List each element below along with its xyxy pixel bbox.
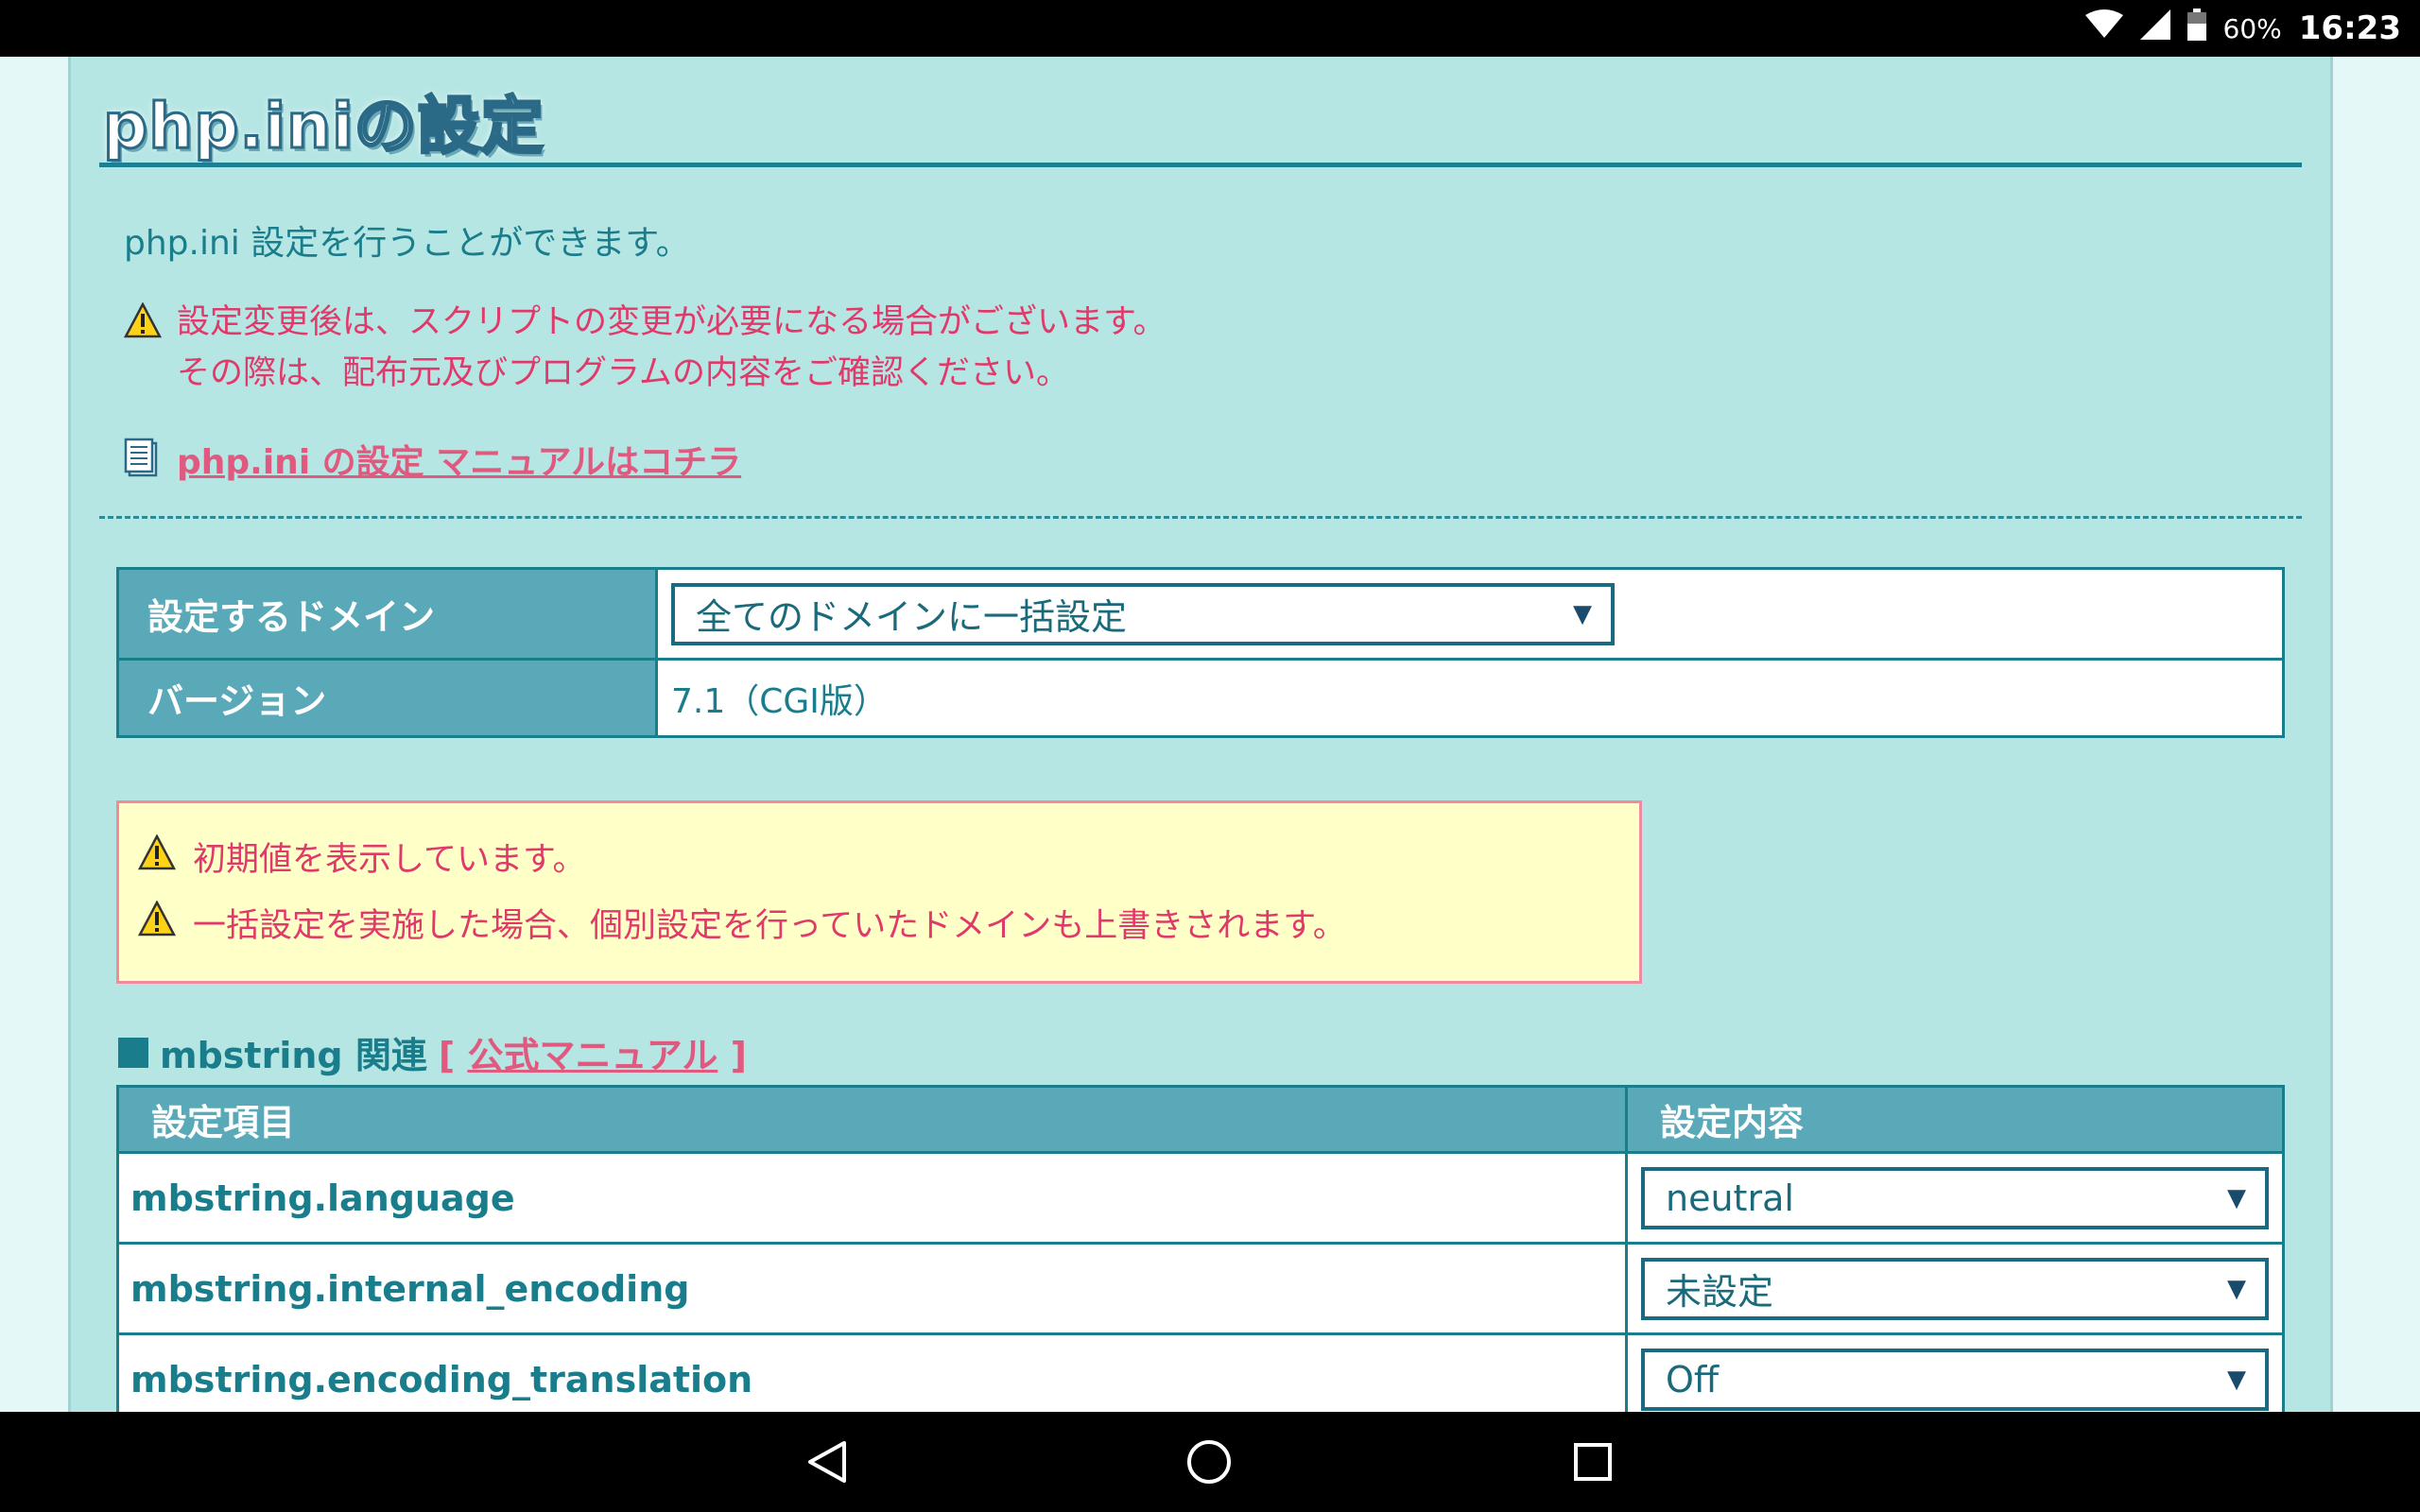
status-bar: 60% 16:23 xyxy=(0,0,2420,57)
official-manual-link[interactable]: 公式マニュアル xyxy=(467,1035,717,1076)
table-row: mbstring.encoding_translation Off ▼ xyxy=(116,1332,2285,1412)
setting-name: mbstring.encoding_translation xyxy=(116,1332,1628,1412)
back-icon[interactable] xyxy=(796,1431,858,1493)
setting-name: mbstring.internal_encoding xyxy=(116,1242,1628,1335)
warning-triangle-icon xyxy=(123,301,163,399)
mbstring-internal-encoding-select[interactable]: 未設定 ▼ xyxy=(1641,1257,2269,1320)
square-bullet-icon xyxy=(118,1037,148,1068)
warning-line-1: 設定変更後は、スクリプトの変更が必要になる場合がございます。 xyxy=(177,303,1167,341)
version-label: バージョン xyxy=(116,658,658,738)
mbstring-language-select[interactable]: neutral ▼ xyxy=(1641,1166,2269,1229)
clock: 16:23 xyxy=(2298,9,2401,47)
dropdown-arrow-icon: ▼ xyxy=(2227,1274,2246,1303)
warning-triangle-icon xyxy=(137,899,177,945)
warning-triangle-icon xyxy=(137,833,177,879)
dropdown-arrow-icon: ▼ xyxy=(2227,1183,2246,1212)
version-value: 7.1（CGI版） xyxy=(655,658,2285,738)
column-header-value: 設定内容 xyxy=(1625,1085,2285,1154)
wifi-icon xyxy=(2084,9,2123,47)
recents-icon[interactable] xyxy=(1562,1431,1624,1493)
table-row: mbstring.language neutral ▼ xyxy=(116,1151,2285,1245)
dashed-divider xyxy=(99,516,2302,519)
domain-settings-table: 設定するドメイン 全てのドメインに一括設定 ▼ バージョン 7.1（CGI版） xyxy=(116,567,2285,738)
column-header-item: 設定項目 xyxy=(116,1085,1628,1154)
domain-select[interactable]: 全てのドメインに一括設定 ▼ xyxy=(671,582,1615,645)
mbstring-settings-table: 設定項目 設定内容 mbstring.language neutral ▼ mb… xyxy=(116,1085,2285,1412)
battery-percent: 60% xyxy=(2222,12,2282,44)
setting-name: mbstring.language xyxy=(116,1151,1628,1245)
notice-line: 初期値を表示しています。 xyxy=(137,828,1639,885)
mbstring-encoding-translation-select[interactable]: Off ▼ xyxy=(1641,1348,2269,1411)
intro-text: php.ini 設定を行うことができます。 xyxy=(124,224,690,263)
mbstring-section-header: mbstring 関連 [ 公式マニュアル ] xyxy=(118,1026,747,1078)
web-page: php.iniの設定 php.ini 設定を行うことができます。 設定変更後は、… xyxy=(0,57,2420,1412)
page-title: php.iniの設定 xyxy=(102,89,545,164)
notice-box: 初期値を表示しています。 一括設定を実施した場合、個別設定を行っていたドメインも… xyxy=(116,800,1642,984)
table-row: mbstring.internal_encoding 未設定 ▼ xyxy=(116,1242,2285,1335)
title-divider xyxy=(99,163,2302,167)
home-icon[interactable] xyxy=(1178,1431,1240,1493)
php-ini-manual-link[interactable]: php.ini の設定 マニュアルはコチラ xyxy=(177,435,741,484)
battery-icon xyxy=(2187,9,2206,48)
warning-message: 設定変更後は、スクリプトの変更が必要になる場合がございます。 その際は、配布元及… xyxy=(123,301,1167,399)
navigation-bar xyxy=(0,1412,2420,1512)
document-icon xyxy=(124,438,160,481)
notice-line: 一括設定を実施した場合、個別設定を行っていたドメインも上書きされます。 xyxy=(137,894,1639,951)
dropdown-arrow-icon: ▼ xyxy=(2227,1365,2246,1394)
section-title: mbstring 関連 xyxy=(160,1035,427,1076)
manual-link-row: php.ini の設定 マニュアルはコチラ xyxy=(124,435,741,484)
domain-label: 設定するドメイン xyxy=(116,567,658,661)
warning-line-2: その際は、配布元及びプログラムの内容をご確認ください。 xyxy=(177,354,1069,392)
content-panel: php.iniの設定 php.ini 設定を行うことができます。 設定変更後は、… xyxy=(68,57,2333,1412)
dropdown-arrow-icon: ▼ xyxy=(1573,599,1592,628)
cell-signal-icon xyxy=(2139,9,2170,47)
